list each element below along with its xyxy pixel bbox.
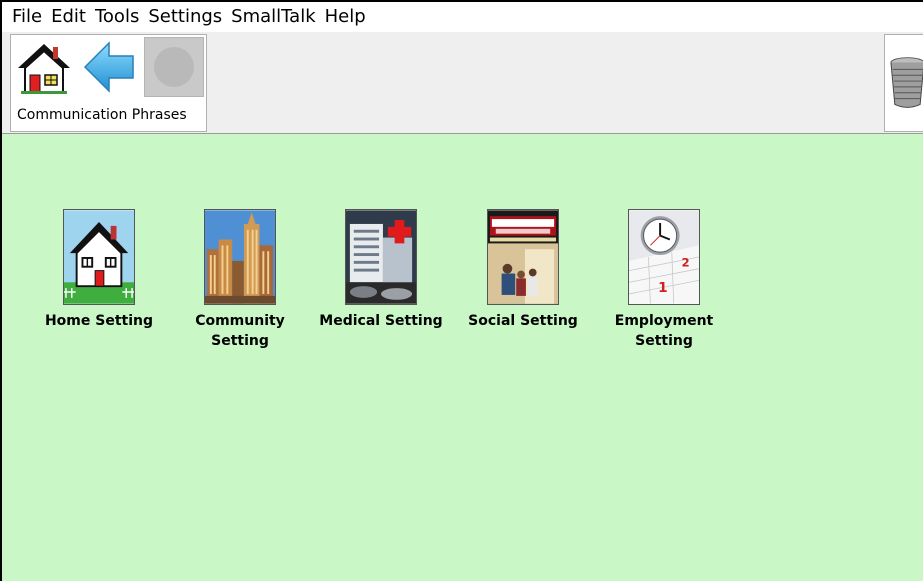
trash-button[interactable] [884, 34, 923, 132]
home-button[interactable] [14, 37, 74, 97]
tile-label: Employment Setting [614, 313, 714, 349]
svg-text:1: 1 [658, 280, 667, 296]
navigation-panel: Communication Phrases [10, 34, 207, 132]
menu-file[interactable]: File [12, 2, 42, 32]
breadcrumb: Communication Phrases [17, 107, 187, 123]
tile-label: Home Setting [44, 313, 154, 329]
theater-icon [487, 209, 559, 305]
tile-label: Medical Setting [319, 313, 443, 329]
wastebasket-icon [890, 57, 923, 108]
back-arrow-icon [83, 41, 134, 93]
house-icon [63, 209, 135, 305]
hospital-icon [345, 209, 417, 305]
menu-tools[interactable]: Tools [95, 2, 139, 32]
tile-community-setting[interactable]: Community Setting [175, 209, 305, 351]
menu-bar: File Edit Tools Settings SmallTalk Help [2, 2, 923, 32]
app-window: File Edit Tools Settings SmallTalk Help [0, 0, 923, 581]
tile-social-setting[interactable]: Social Setting [458, 209, 588, 331]
forward-disabled-icon [154, 47, 194, 87]
svg-text:2: 2 [682, 256, 690, 270]
menu-smalltalk[interactable]: SmallTalk [231, 2, 315, 32]
tile-label: Social Setting [468, 313, 578, 329]
menu-settings[interactable]: Settings [148, 2, 222, 32]
forward-button[interactable] [144, 37, 204, 97]
tile-employment-setting[interactable]: 2 1 Employment Setting [599, 209, 729, 351]
house-icon [18, 44, 70, 94]
toolbar: Communication Phrases [2, 32, 923, 134]
city-buildings-icon [204, 209, 276, 305]
menu-help[interactable]: Help [325, 2, 366, 32]
menu-edit[interactable]: Edit [51, 2, 86, 32]
back-button[interactable] [79, 37, 139, 97]
tile-home-setting[interactable]: Home Setting [34, 209, 164, 331]
clock-calendar-icon: 2 1 [628, 209, 700, 305]
tile-medical-setting[interactable]: Medical Setting [316, 209, 446, 331]
tile-label: Community Setting [195, 313, 285, 349]
